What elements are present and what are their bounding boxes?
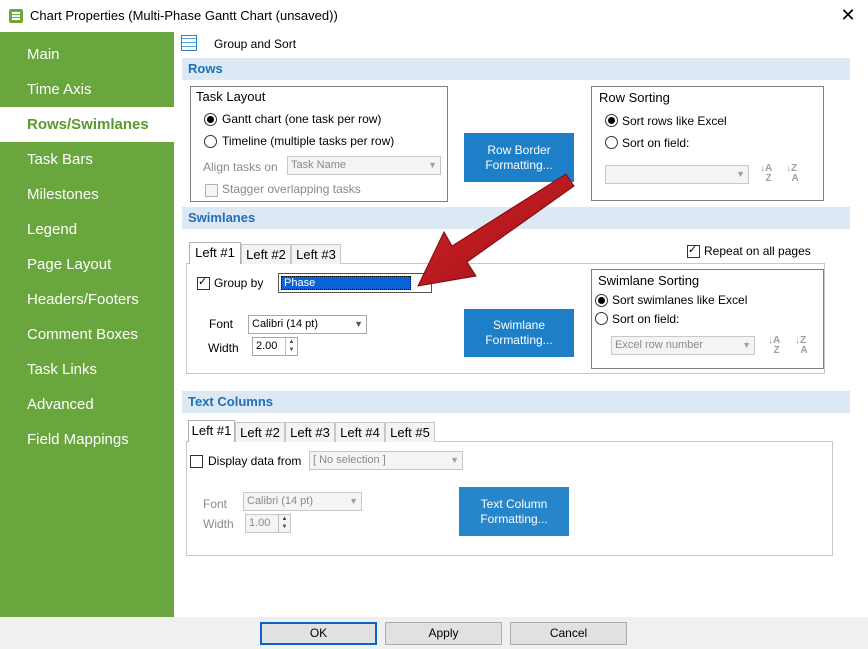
annotation-arrow-icon	[417, 173, 575, 287]
